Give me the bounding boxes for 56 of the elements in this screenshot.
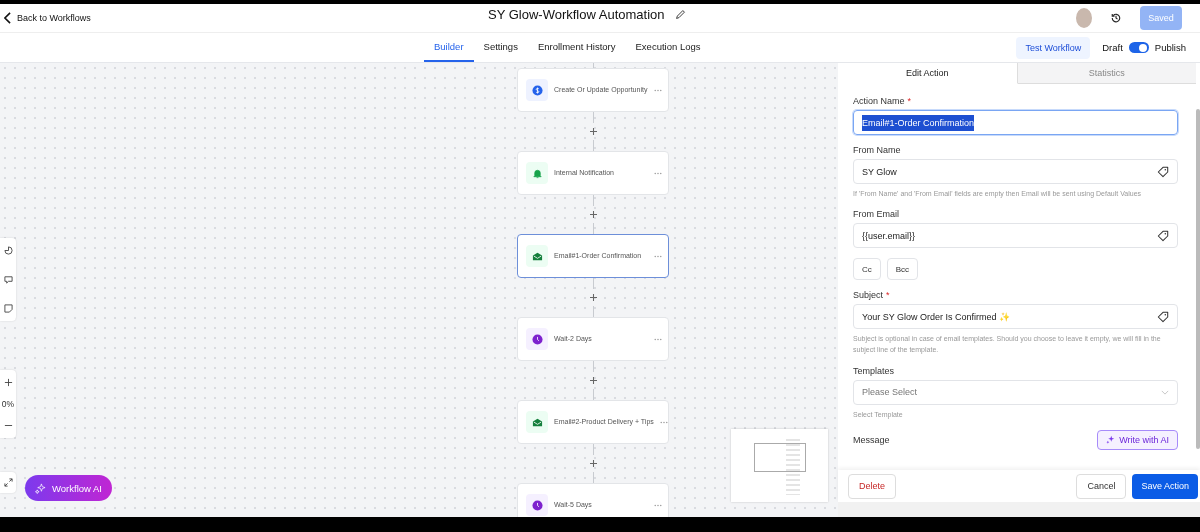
clock-icon bbox=[531, 333, 543, 345]
tag-icon[interactable] bbox=[1157, 229, 1169, 242]
draft-label: Draft bbox=[1102, 42, 1123, 53]
sparkles-icon bbox=[35, 482, 46, 494]
nav-tab[interactable]: Enrollment History bbox=[527, 33, 626, 62]
text-field[interactable]: {{user.email}} bbox=[853, 223, 1178, 249]
publish-toggle[interactable] bbox=[1128, 42, 1149, 53]
field-label: Action Name bbox=[853, 96, 905, 106]
zoom-in-icon[interactable] bbox=[3, 378, 13, 387]
nav-tab[interactable]: Settings bbox=[473, 33, 528, 62]
back-link[interactable]: Back to Workflows bbox=[4, 12, 91, 24]
sparkles-icon bbox=[1106, 435, 1116, 445]
nav-tab[interactable]: Execution Logs bbox=[625, 33, 711, 62]
template-select[interactable]: Please Select bbox=[853, 379, 1178, 405]
field-label: Templates bbox=[853, 365, 896, 376]
history-icon[interactable] bbox=[1110, 12, 1122, 24]
pencil-icon[interactable] bbox=[674, 9, 686, 20]
tag-icon[interactable] bbox=[1157, 165, 1169, 178]
chip-button[interactable]: Bcc bbox=[886, 258, 919, 281]
envelope-icon bbox=[531, 250, 543, 262]
field-label: Subject bbox=[853, 290, 884, 301]
delete-button[interactable]: Delete bbox=[848, 473, 896, 499]
text-field[interactable]: SY Glow bbox=[853, 159, 1178, 184]
expand-icon bbox=[3, 478, 13, 487]
pie-chart-icon[interactable] bbox=[3, 246, 13, 255]
add-step-icon[interactable] bbox=[589, 460, 597, 467]
text-field[interactable]: Your SY Glow Order Is Confirmed ✨ bbox=[853, 304, 1178, 330]
dollar-icon bbox=[531, 84, 543, 96]
caret-icon bbox=[1161, 389, 1169, 395]
chip-button[interactable]: Cc bbox=[853, 258, 881, 281]
add-step-icon[interactable] bbox=[589, 294, 597, 301]
workflow-title: SY Glow-Workflow Automation bbox=[488, 7, 665, 22]
clock-icon bbox=[531, 499, 543, 511]
required-mark: * bbox=[907, 96, 912, 106]
field-label: From Email bbox=[853, 209, 899, 220]
text-field[interactable]: Email#1-Order Confirmation bbox=[853, 110, 1178, 135]
zoom-level: 0% bbox=[1, 399, 15, 409]
save-action-button[interactable]: Save Action bbox=[1132, 473, 1198, 499]
fit-view-button[interactable] bbox=[0, 472, 16, 493]
note-icon[interactable] bbox=[3, 304, 13, 313]
add-step-icon[interactable] bbox=[589, 211, 597, 218]
cancel-button[interactable]: Cancel bbox=[1076, 473, 1127, 499]
comment-icon[interactable] bbox=[3, 275, 13, 284]
workflow-ai-button[interactable]: Workflow AI bbox=[25, 475, 112, 501]
required-mark: * bbox=[886, 290, 890, 301]
add-step-icon[interactable] bbox=[589, 377, 597, 384]
envelope-icon bbox=[531, 416, 543, 428]
publish-label: Publish bbox=[1154, 42, 1186, 53]
write-with-ai-button[interactable]: Write with AI bbox=[1097, 429, 1178, 450]
add-step-icon[interactable] bbox=[589, 128, 597, 135]
field-label: From Name bbox=[853, 145, 901, 155]
test-workflow-button[interactable]: Test Workflow bbox=[1016, 36, 1091, 59]
bell-icon bbox=[531, 167, 543, 179]
field-label: Message bbox=[853, 434, 890, 445]
back-chevron-icon bbox=[4, 12, 11, 24]
tag-icon[interactable] bbox=[1157, 310, 1169, 323]
